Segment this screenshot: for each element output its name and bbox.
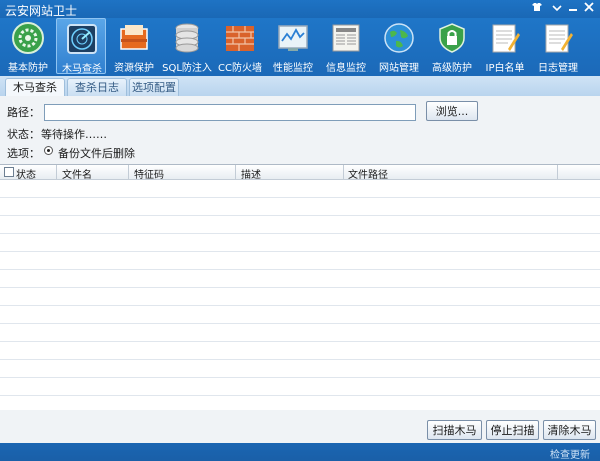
toolbar-item-performance-monitor[interactable]: 性能监控 (268, 18, 318, 74)
table-row-divider (0, 323, 600, 324)
status-label: 状态： (7, 128, 40, 141)
table-row-divider (0, 233, 600, 234)
toolbar-item-basic-protection[interactable]: 基本防护 (3, 18, 53, 74)
column-header-description[interactable]: 描述 (241, 166, 261, 181)
database-icon (175, 23, 199, 53)
tab-trojan-scan[interactable]: 木马查杀 (5, 78, 65, 96)
stop-scan-button[interactable]: 停止扫描 (486, 420, 539, 440)
toolbar-item-sql-injection[interactable]: SQL防注入 (162, 18, 212, 74)
table-header: 状态 文件名 特征码 描述 文件路径 (0, 165, 600, 181)
select-all-checkbox[interactable] (4, 167, 14, 177)
notepad-pencil-icon (545, 24, 573, 53)
table-row-divider (0, 287, 600, 288)
column-divider[interactable] (343, 165, 344, 179)
firewall-icon (226, 26, 254, 51)
option-label: 选项： (7, 147, 40, 160)
table-row-divider (0, 395, 600, 396)
column-divider[interactable] (128, 165, 129, 179)
column-header-signature[interactable]: 特征码 (134, 166, 164, 181)
status-bar: 检查更新 (0, 443, 600, 461)
backup-delete-label[interactable]: 备份文件后删除 (58, 145, 135, 161)
table-row-divider (0, 269, 600, 270)
shield-gear-icon (12, 22, 44, 54)
table-row-divider (0, 251, 600, 252)
close-icon[interactable] (578, 0, 600, 18)
table-row-divider (0, 359, 600, 360)
table-row-divider (0, 197, 600, 198)
radar-icon (67, 24, 97, 54)
table-row-divider (0, 305, 600, 306)
clear-trojan-button[interactable]: 清除木马 (543, 420, 596, 440)
toolbar-item-cc-firewall[interactable]: CC防火墙 (215, 18, 265, 74)
toolbar-item-site-management[interactable]: 网站管理 (374, 18, 424, 74)
toolbar-item-advanced-protection[interactable]: 高级防护 (427, 18, 477, 74)
shirt-icon[interactable] (526, 0, 548, 18)
path-input[interactable] (44, 104, 416, 121)
status-value: 等待操作…… (41, 128, 107, 141)
tab-scan-log[interactable]: 查杀日志 (67, 78, 127, 96)
table-row-divider (0, 341, 600, 342)
toolbar-item-log-management[interactable]: 日志管理 (533, 18, 583, 74)
table-row-divider (0, 377, 600, 378)
tab-bar: 木马查杀 查杀日志 选项配置 (0, 76, 600, 96)
lock-shield-icon (439, 23, 465, 53)
column-divider[interactable] (235, 165, 236, 179)
column-header-status[interactable]: 状态 (16, 166, 36, 181)
scan-trojan-button[interactable]: 扫描木马 (427, 420, 482, 440)
column-header-filename[interactable]: 文件名 (62, 166, 92, 181)
browse-button[interactable]: 浏览... (426, 101, 478, 121)
notepad-pencil-icon (492, 24, 520, 53)
title-bar: 云安网站卫士 (0, 0, 600, 18)
main-toolbar: 基本防护 木马查杀 资源保护 SQL防注入 CC防火墙 性能监控 信息监控 网站… (0, 18, 600, 76)
toolbar-item-info-monitor[interactable]: 信息监控 (321, 18, 371, 74)
monitor-graph-icon (278, 25, 308, 51)
trojan-scan-panel: 路径： 浏览... 状态： 等待操作…… 选项： 备份文件后删除 状态 文件名 … (0, 96, 600, 443)
folder-box-icon (120, 25, 148, 50)
backup-delete-radio[interactable] (44, 146, 53, 155)
table-row-divider (0, 215, 600, 216)
column-divider[interactable] (557, 165, 558, 179)
column-header-filepath[interactable]: 文件路径 (348, 166, 388, 181)
column-divider[interactable] (56, 165, 57, 179)
toolbar-item-trojan-scan[interactable]: 木马查杀 (56, 18, 106, 75)
toolbar-item-resource-protection[interactable]: 资源保护 (109, 18, 159, 74)
tab-options[interactable]: 选项配置 (129, 78, 179, 96)
path-label: 路径： (7, 106, 40, 119)
window-title: 云安网站卫士 (5, 4, 78, 18)
newspaper-icon (332, 24, 360, 52)
check-update-link[interactable]: 检查更新 (550, 446, 590, 461)
globe-icon (384, 23, 414, 53)
results-table: 状态 文件名 特征码 描述 文件路径 (0, 164, 600, 410)
toolbar-item-ip-whitelist[interactable]: IP白名单 (480, 18, 530, 74)
